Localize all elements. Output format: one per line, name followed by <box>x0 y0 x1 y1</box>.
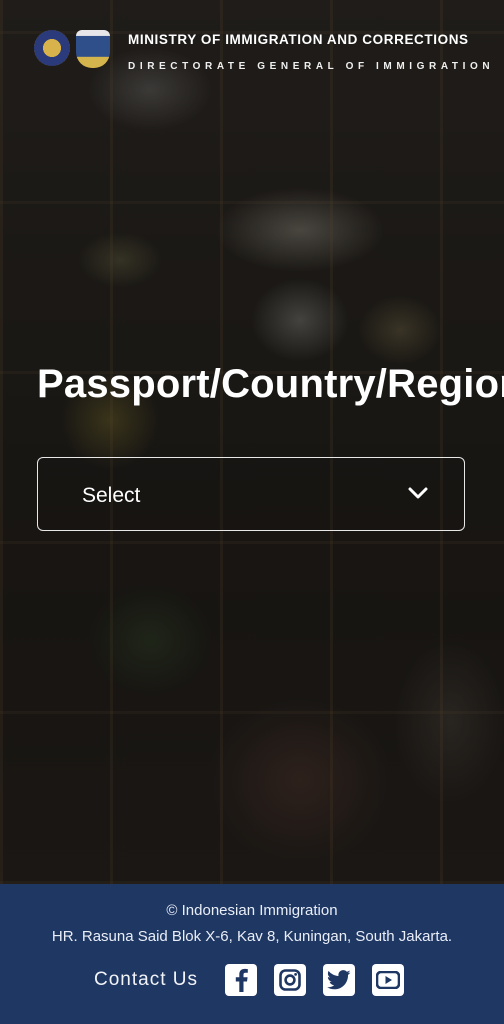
contact-us-label: Contact Us <box>94 969 198 990</box>
ministry-name: MINISTRY OF IMMIGRATION AND CORRECTIONS <box>128 32 469 47</box>
twitter-icon[interactable] <box>323 964 355 996</box>
select-value: Select <box>82 484 141 507</box>
chevron-down-icon <box>408 487 428 499</box>
footer: © Indonesian Immigration HR. Rasuna Said… <box>0 884 504 1024</box>
instagram-icon[interactable] <box>274 964 306 996</box>
background-overlay <box>0 0 504 884</box>
facebook-icon[interactable] <box>225 964 257 996</box>
immigration-emblem-logo <box>76 30 110 68</box>
hero-background <box>0 0 504 884</box>
ministry-emblem-logo <box>34 30 70 66</box>
country-select[interactable]: Select <box>37 457 465 531</box>
youtube-icon[interactable] <box>372 964 404 996</box>
page-title: Passport/Country/Region <box>37 362 504 406</box>
directorate-name: DIRECTORATE GENERAL OF IMMIGRATION <box>128 61 495 72</box>
header: MINISTRY OF IMMIGRATION AND CORRECTIONS … <box>34 28 504 88</box>
address-text: HR. Rasuna Said Blok X-6, Kav 8, Kuninga… <box>51 928 453 945</box>
copyright-text: © Indonesian Immigration <box>166 902 338 919</box>
